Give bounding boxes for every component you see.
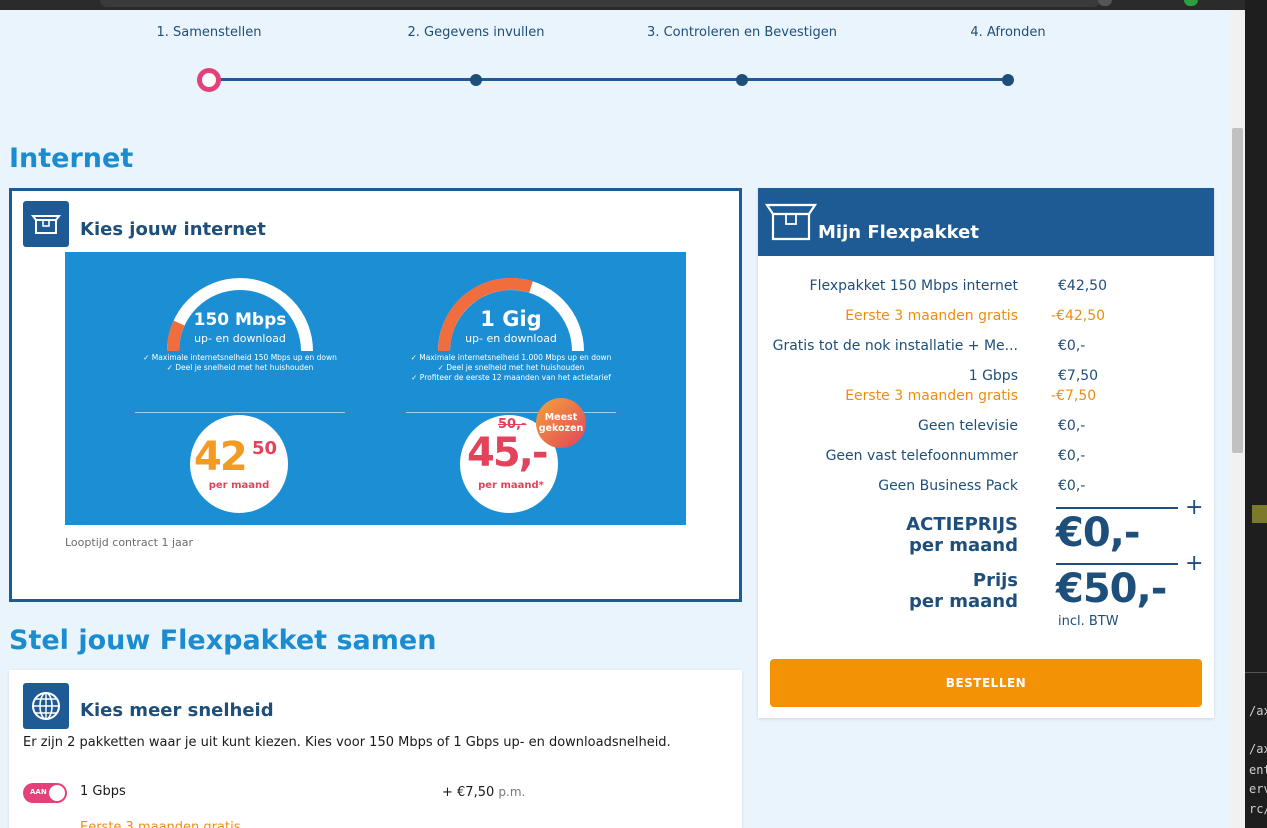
contract-duration: Looptijd contract 1 jaar — [65, 536, 194, 549]
summary-row-value: €42,50 — [1058, 278, 1107, 294]
vat-note: incl. BTW — [1058, 614, 1119, 629]
devtools-highlight — [1252, 505, 1267, 523]
summary-row-label: Geen televisie — [918, 418, 1018, 434]
summary-row-label: Eerste 3 maanden gratis — [845, 388, 1018, 404]
flexpakket-header: Mijn Flexpakket — [758, 188, 1214, 256]
summary-row-label: Flexpakket 150 Mbps internet — [809, 278, 1018, 294]
offer-per-month: per maand* — [478, 480, 544, 491]
step-label-samenstellen: 1. Samenstellen — [156, 25, 262, 40]
card-title-internet: Kies jouw internet — [80, 219, 266, 240]
extension-icon[interactable] — [1098, 0, 1112, 6]
devtools-line: /ax — [1249, 742, 1267, 756]
total-price: €50,- — [1056, 566, 1167, 612]
summary-row-value: -€7,50 — [1051, 388, 1097, 404]
summary-row-label: Eerste 3 maanden gratis — [845, 308, 1018, 324]
offer-price: 45,- — [467, 430, 548, 476]
offer-divider — [135, 412, 345, 413]
offer-speed: 150 Mbps — [193, 310, 287, 330]
action-price-label-line: per maand — [909, 535, 1018, 556]
devtools-line: /ax — [1249, 704, 1267, 718]
offer-feature: ✓ Maximale internetsnelheid 150 Mbps up … — [143, 353, 337, 362]
internet-card: Kies jouw internet 150 Mbps up- en downl… — [9, 188, 742, 602]
section-title-internet: Internet — [9, 143, 134, 174]
action-price-label-line: ACTIEPRIJS — [906, 514, 1018, 535]
step-progress-line — [209, 78, 1009, 81]
flexpakket-title: Mijn Flexpakket — [818, 222, 979, 243]
summary-row-value: €0,- — [1058, 448, 1086, 464]
speed-description: Er zijn 2 pakketten waar je uit kunt kie… — [23, 735, 671, 750]
price-label-line: per maand — [909, 591, 1018, 612]
speed-option-price: + €7,50 p.m. — [442, 785, 525, 800]
address-bar[interactable] — [100, 0, 1100, 7]
speed-option-amount: + €7,50 — [442, 785, 495, 800]
summary-row-label: Gratis tot de nok installatie + Me... — [772, 338, 1018, 354]
card-title-speed: Kies meer snelheid — [80, 700, 274, 721]
profile-avatar-icon[interactable] — [1184, 0, 1198, 6]
toggle-label: AAN — [30, 788, 47, 796]
plus-icon: + — [1185, 495, 1204, 520]
step-dot — [1002, 74, 1014, 86]
summary-row-label: 1 Gbps — [968, 368, 1018, 384]
sum-divider — [1056, 507, 1178, 509]
price-label-line: Prijs — [972, 570, 1018, 591]
devtools-line: erv — [1249, 782, 1267, 796]
sum-divider — [1056, 563, 1178, 565]
offer-subtitle: up- en download — [194, 332, 286, 345]
box-icon — [765, 203, 817, 241]
summary-row-value: €0,- — [1058, 338, 1086, 354]
offer-price-cents: 50 — [252, 438, 278, 459]
offer-feature: ✓ Maximale internetsnelheid 1.000 Mbps u… — [410, 353, 612, 362]
offer-price: 42 — [194, 434, 248, 480]
step-dot-active — [197, 68, 221, 92]
order-button[interactable]: BESTELLEN — [770, 659, 1202, 707]
summary-row-label: Geen vast telefoonnummer — [825, 448, 1018, 464]
speed-toggle[interactable]: AAN — [23, 783, 67, 803]
internet-offers-banner: 150 Mbps up- en download ✓ Maximale inte… — [65, 252, 686, 525]
badge-line: gekozen — [538, 423, 584, 434]
browser-toolbar — [0, 0, 1267, 10]
page-scrollbar-thumb[interactable] — [1232, 128, 1243, 453]
price-label: Prijs per maand — [909, 570, 1018, 612]
speed-option-free: Eerste 3 maanden gratis — [80, 820, 241, 828]
summary-row-value: €0,- — [1058, 478, 1086, 494]
speed-option-pm: p.m. — [498, 785, 526, 799]
plus-icon: + — [1185, 551, 1204, 576]
step-label-afronden: 4. Afronden — [970, 25, 1046, 40]
flexpakket-summary: Mijn Flexpakket Flexpakket 150 Mbps inte… — [758, 188, 1214, 718]
offer-per-month: per maand — [208, 480, 270, 491]
devtools-line: rc/ — [1249, 802, 1267, 816]
most-chosen-badge: Meest gekozen — [536, 398, 586, 448]
summary-row-value: €7,50 — [1058, 368, 1099, 384]
speed-option-label: 1 Gbps — [80, 784, 126, 799]
offer-speed: 1 Gig — [480, 307, 542, 331]
section-title-flexpakket: Stel jouw Flexpakket samen — [9, 625, 437, 656]
toggle-knob — [49, 785, 65, 801]
speed-card: Kies meer snelheid Er zijn 2 pakketten w… — [9, 670, 742, 828]
offer-feature: ✓ Profiteer de eerste 12 maanden van het… — [411, 373, 611, 382]
action-price-label: ACTIEPRIJS per maand — [906, 514, 1018, 556]
box-icon — [23, 201, 69, 247]
offer-feature: ✓ Deel je snelheid met het huishouden — [166, 363, 314, 372]
badge-line: Meest — [544, 412, 578, 423]
summary-row-value: €0,- — [1058, 418, 1086, 434]
step-label-controleren: 3. Controleren en Bevestigen — [647, 25, 837, 40]
summary-row-value: -€42,50 — [1051, 308, 1106, 324]
devtools-line: ent — [1249, 763, 1267, 777]
summary-row-label: Geen Business Pack — [878, 478, 1018, 494]
offer-feature: ✓ Deel je snelheid met het huishouden — [437, 363, 585, 372]
offer-subtitle: up- en download — [465, 332, 557, 345]
globe-icon — [23, 683, 69, 729]
step-label-gegevens: 2. Gegevens invullen — [407, 25, 545, 40]
devtools-divider — [1245, 672, 1267, 673]
action-price: €0,- — [1056, 510, 1140, 556]
step-dot — [736, 74, 748, 86]
step-dot — [470, 74, 482, 86]
